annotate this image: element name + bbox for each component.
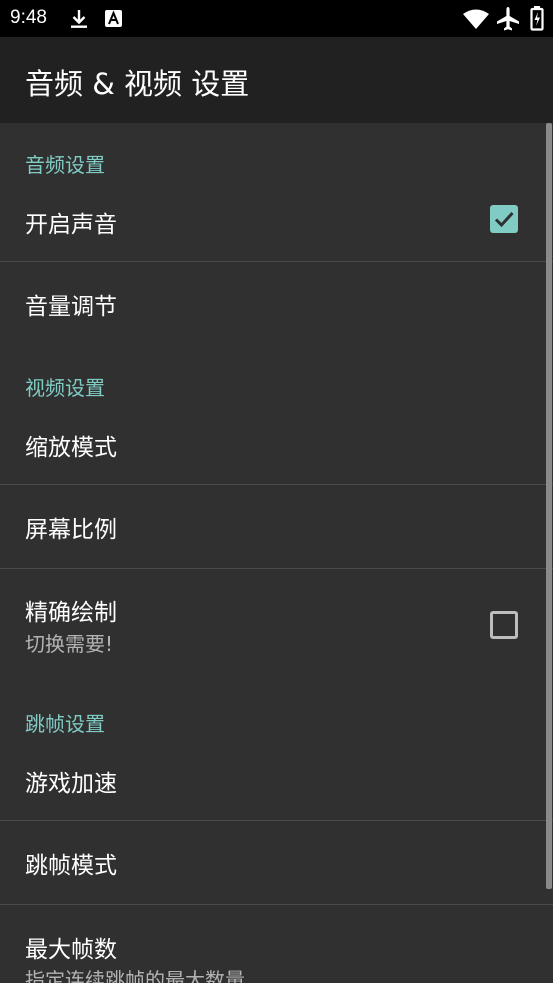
- pref-precise-draw[interactable]: 精确绘制 切换需要!: [0, 569, 553, 669]
- pref-summary: 指定连续跳帧的最大数量: [25, 968, 245, 983]
- pref-enable-sound[interactable]: 开启声音: [0, 184, 553, 261]
- a-notification-icon: [105, 10, 122, 27]
- pref-max-frames[interactable]: 最大帧数 指定连续跳帧的最大数量: [0, 905, 553, 983]
- category-frameskip: 跳帧设置: [25, 712, 105, 736]
- settings-list[interactable]: 音频设置 开启声音 音量调节 视频设置 缩放模式 屏幕比例 精确绘制 切换需要!…: [0, 123, 553, 983]
- scrollbar[interactable]: [546, 123, 552, 889]
- category-video: 视频设置: [25, 376, 105, 400]
- battery-icon: [530, 6, 544, 31]
- pref-title: 缩放模式: [25, 435, 117, 461]
- download-icon: [71, 10, 87, 28]
- enable-sound-checkbox[interactable]: [490, 205, 518, 233]
- pref-game-speedup[interactable]: 游戏加速: [0, 743, 553, 820]
- pref-title: 最大帧数: [25, 937, 117, 963]
- pref-scale-mode[interactable]: 缩放模式: [0, 407, 553, 484]
- pref-title: 跳帧模式: [25, 853, 117, 879]
- pref-volume[interactable]: 音量调节: [0, 262, 553, 344]
- pref-title: 游戏加速: [25, 771, 117, 797]
- airplane-icon: [497, 7, 519, 31]
- category-audio: 音频设置: [25, 153, 105, 177]
- app-toolbar: 音频 & 视频 设置: [0, 37, 553, 123]
- precise-draw-checkbox[interactable]: [490, 611, 518, 639]
- pref-title: 音量调节: [25, 294, 117, 320]
- status-time: 9:48: [10, 7, 47, 28]
- page-title: 音频 & 视频 设置: [25, 67, 250, 101]
- pref-frameskip-mode[interactable]: 跳帧模式: [0, 821, 553, 904]
- pref-title: 精确绘制: [25, 600, 117, 626]
- pref-summary: 切换需要!: [25, 632, 114, 656]
- pref-aspect-ratio[interactable]: 屏幕比例: [0, 485, 553, 568]
- pref-title: 开启声音: [25, 212, 117, 238]
- check-icon: [494, 211, 514, 228]
- wifi-icon: [463, 9, 489, 29]
- status-bar: 9:48: [0, 0, 553, 37]
- pref-title: 屏幕比例: [25, 517, 117, 543]
